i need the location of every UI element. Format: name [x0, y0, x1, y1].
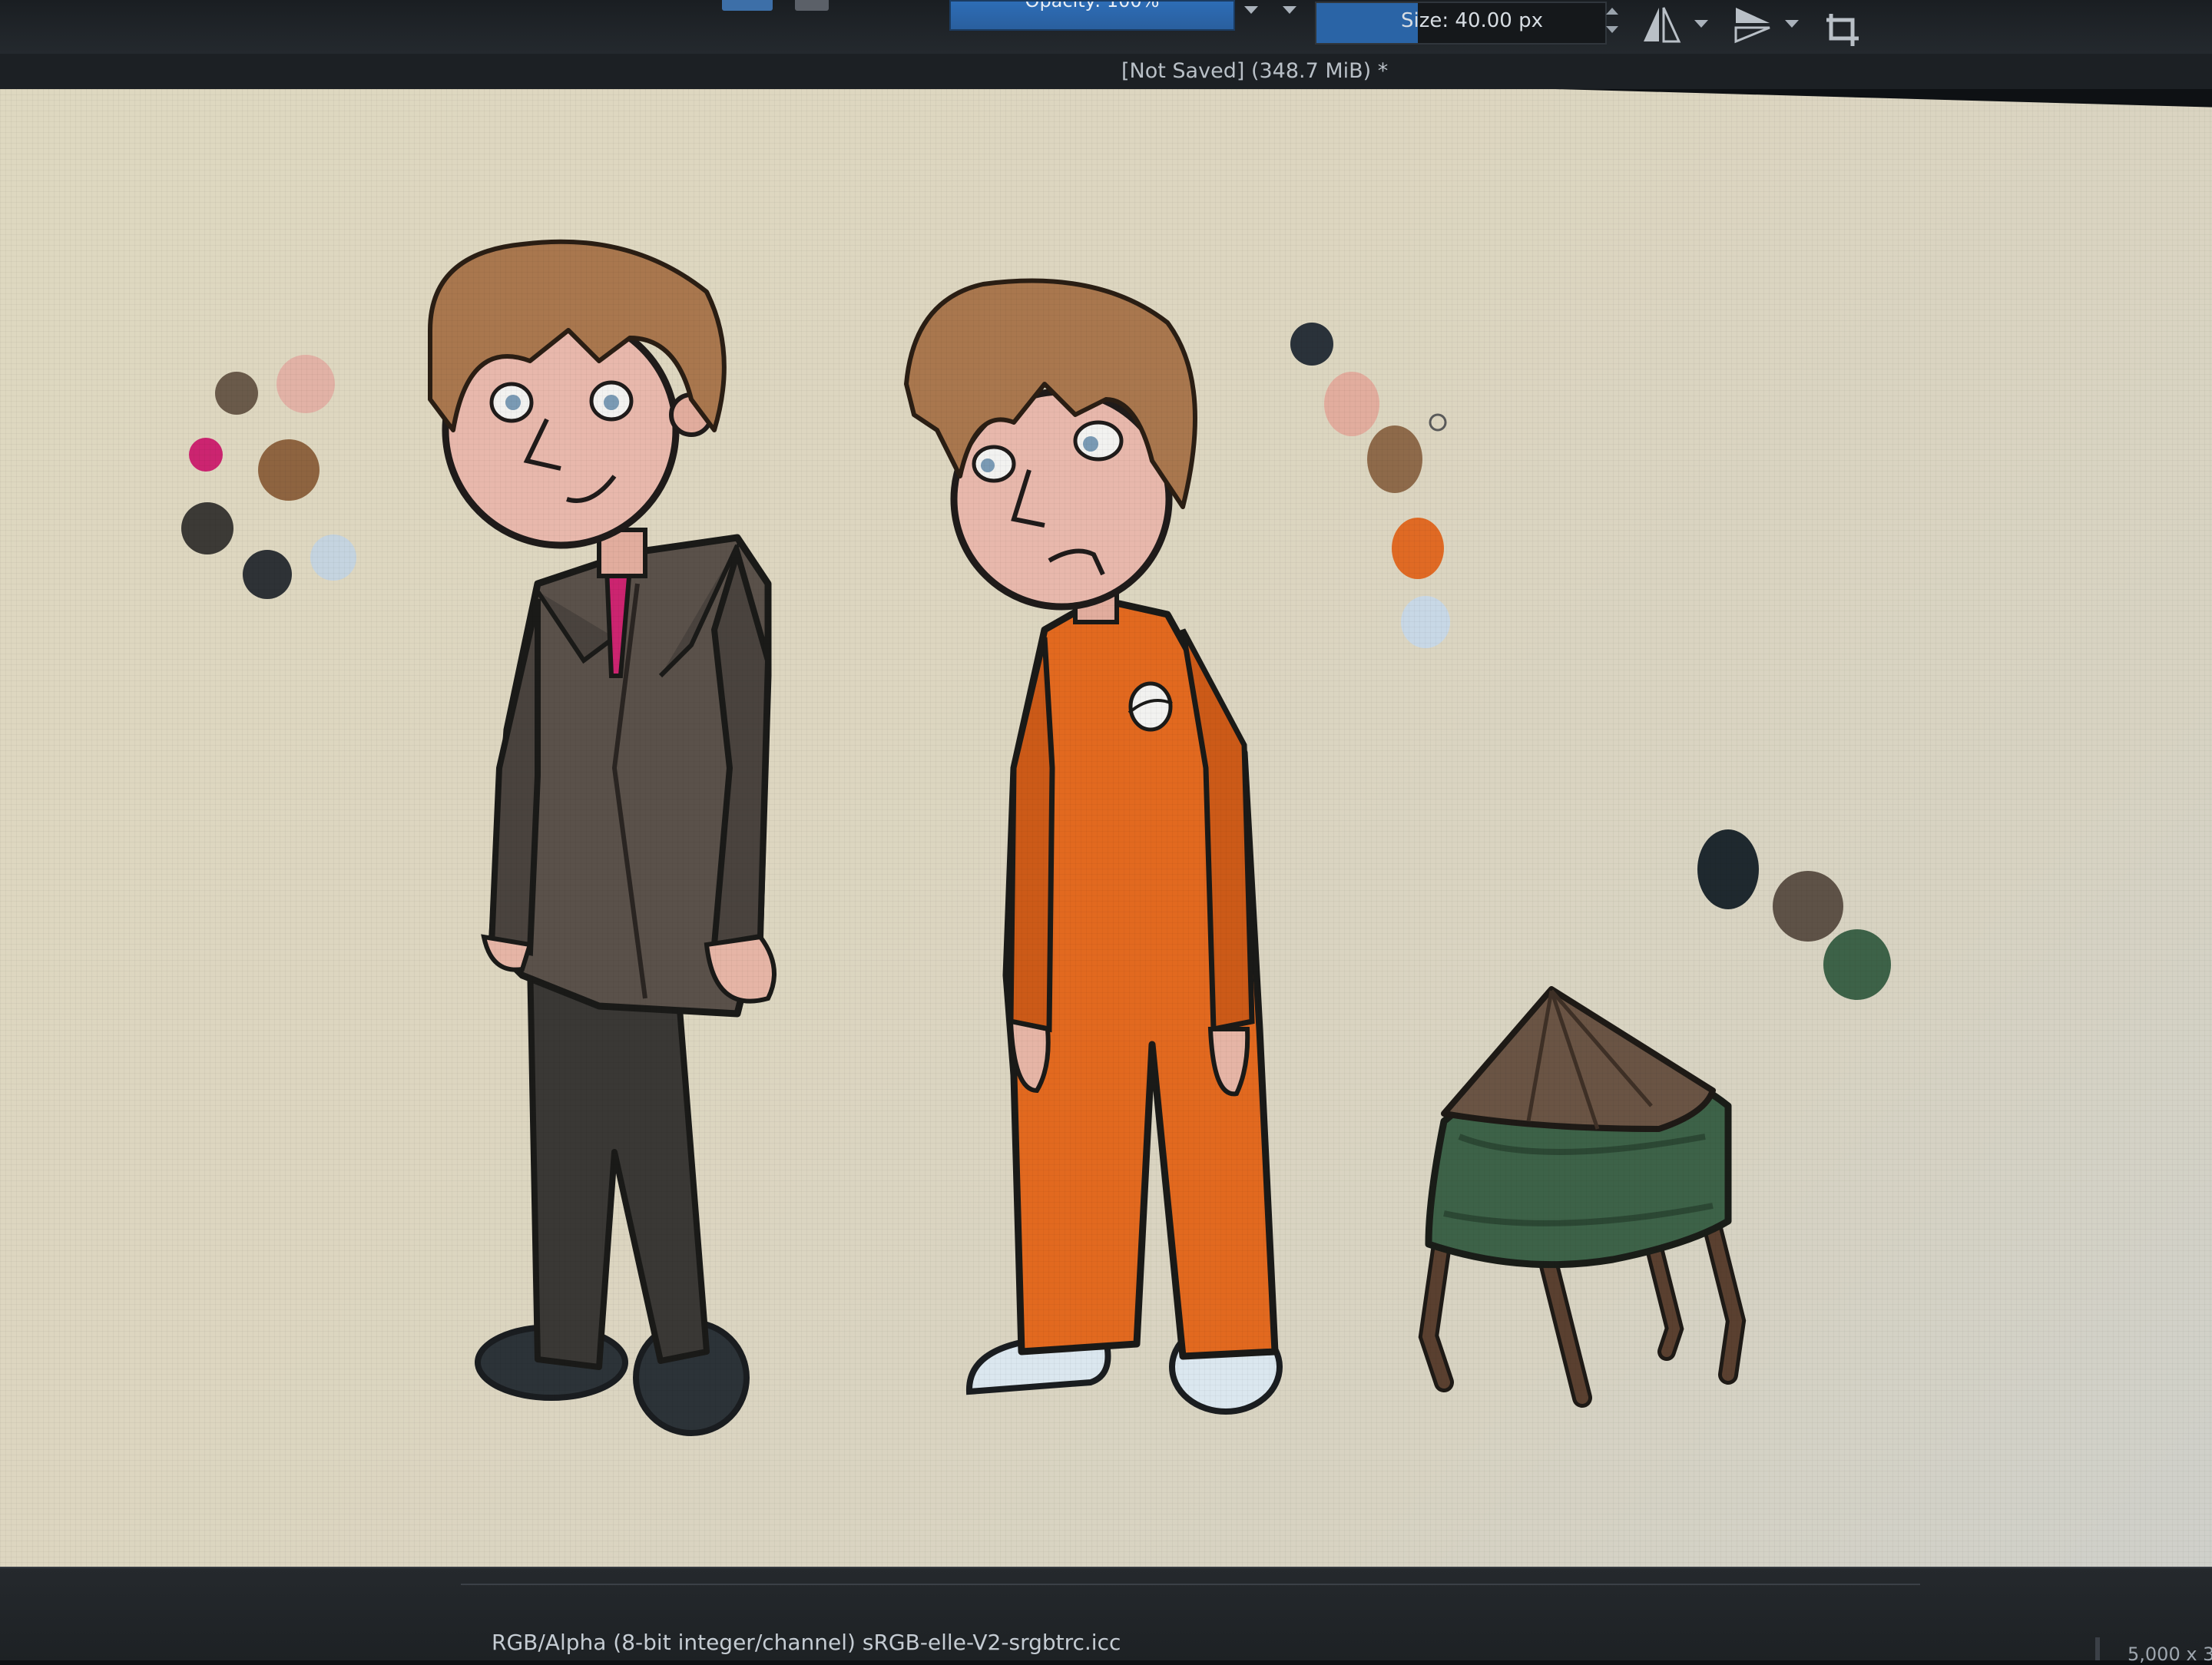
status-separator: [2095, 1637, 2100, 1660]
swatch-light-blue: [310, 535, 356, 581]
swatch-green: [1823, 929, 1891, 1000]
swatch-brown: [1773, 871, 1843, 942]
swatch-skin: [276, 355, 335, 413]
artwork: [181, 239, 1891, 1436]
chevron-down-icon[interactable]: [1283, 6, 1296, 14]
character-jumpsuit-man: [904, 278, 1283, 1415]
tool-button[interactable]: [795, 0, 829, 11]
swatch-hair: [1367, 425, 1422, 493]
brush-size-slider[interactable]: Size: 40.00 px: [1315, 2, 1607, 45]
document-title: [Not Saved] (348.7 MiB) *: [1121, 59, 1389, 83]
swatch-navy: [1290, 323, 1333, 366]
swatch-light-blue: [1401, 596, 1450, 648]
swatch-dark-slate: [1697, 829, 1759, 909]
size-spinner-icon[interactable]: [1602, 5, 1622, 43]
drawing-canvas[interactable]: [0, 46, 2212, 1574]
character-suit-man: [428, 239, 777, 1436]
swatch-dark-brown: [181, 502, 233, 554]
tool-button[interactable]: [853, 0, 883, 11]
palette-jumpsuit: [1290, 323, 1450, 648]
size-label: Size: 40.00 px: [1401, 9, 1543, 32]
chevron-down-icon[interactable]: [1244, 6, 1258, 14]
swatch-magenta: [189, 438, 223, 472]
palette-creature: [1697, 829, 1891, 1000]
tool-options-bar: Opacity: 100% Size: 40.00 px: [0, 0, 2212, 55]
wrap-around-icon[interactable]: [1823, 11, 1862, 49]
swatch-skin: [1324, 372, 1379, 436]
opacity-slider[interactable]: Opacity: 100%: [949, 0, 1235, 31]
character-creature: [1418, 986, 1747, 1408]
swatch-orange: [1392, 518, 1444, 579]
color-space-label[interactable]: RGB/Alpha (8-bit integer/channel) sRGB-e…: [492, 1630, 1121, 1655]
mirror-horizontal-icon[interactable]: [1641, 3, 1682, 45]
tool-button[interactable]: [722, 0, 773, 11]
swatch-hair: [258, 439, 320, 501]
chevron-down-icon[interactable]: [1785, 20, 1799, 28]
palette-suit: [181, 355, 356, 599]
swatch-charcoal: [243, 550, 292, 599]
mirror-vertical-icon[interactable]: [1731, 3, 1773, 45]
document-title-bar: [Not Saved] (348.7 MiB) *: [0, 54, 2212, 89]
brush-cursor: [1429, 413, 1447, 432]
swatch-brown-gray: [215, 372, 258, 415]
status-divider: [461, 1584, 1920, 1605]
status-bar: RGB/Alpha (8-bit integer/channel) sRGB-e…: [0, 1567, 2212, 1665]
canvas-size-label: 5,000 x 3: [2128, 1643, 2212, 1665]
chevron-down-icon[interactable]: [1694, 20, 1708, 28]
opacity-label: Opacity: 100%: [1025, 0, 1160, 12]
